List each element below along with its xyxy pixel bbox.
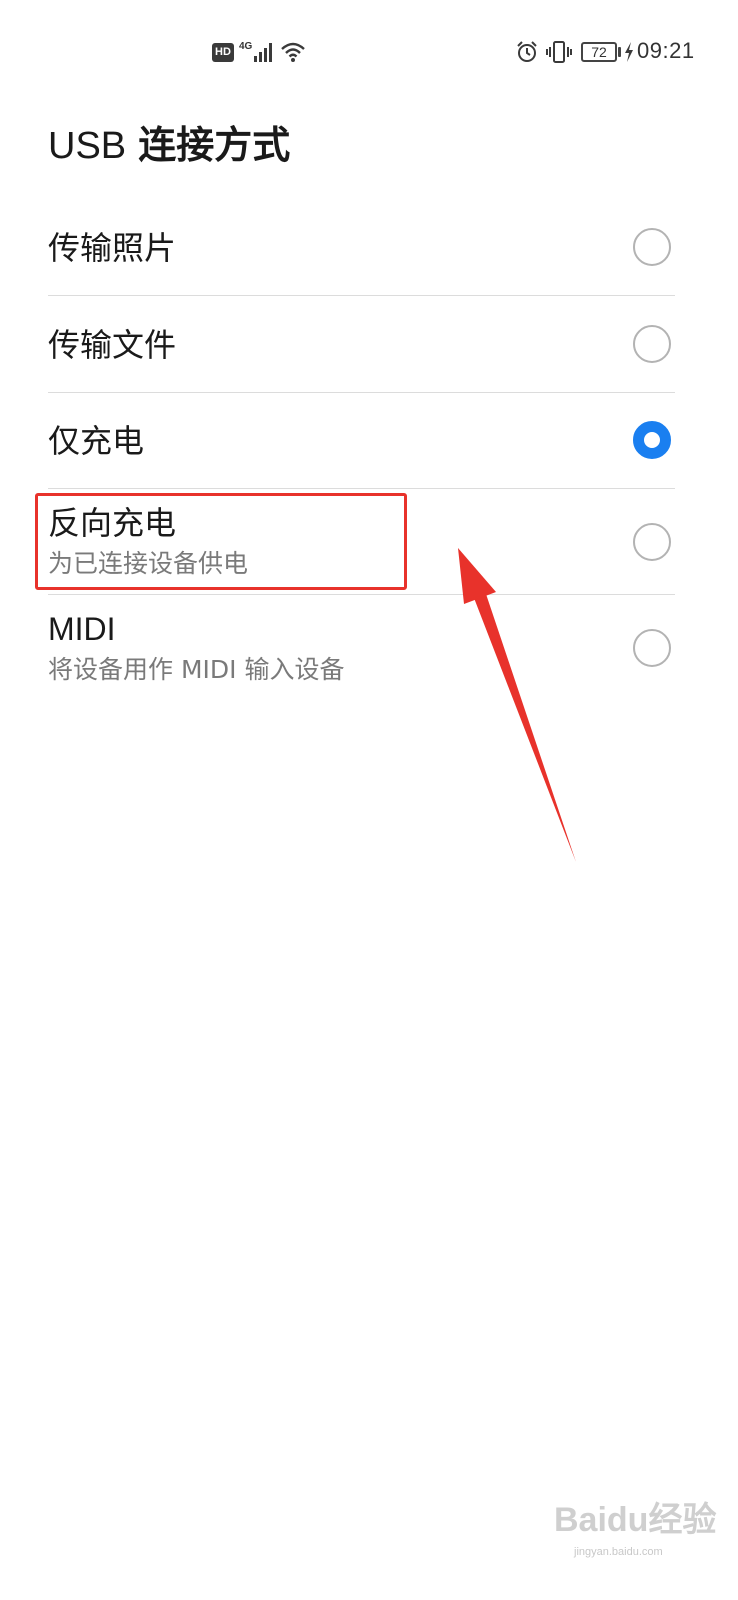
status-time: 09:21: [637, 38, 695, 63]
charging-bolt-icon: [625, 42, 633, 62]
option-transfer-photos[interactable]: 传输照片: [48, 199, 675, 296]
radio-button[interactable]: [633, 228, 671, 266]
radio-button[interactable]: [633, 523, 671, 561]
signal-icon: [254, 43, 272, 62]
page-title: USB 连接方式: [48, 118, 290, 173]
option-transfer-files[interactable]: 传输文件: [48, 296, 675, 393]
network-type-label: 4G: [239, 41, 253, 52]
option-label: 传输文件: [48, 326, 177, 364]
vibrate-icon: [546, 41, 572, 63]
watermark-url: jingyan.baidu.com: [574, 1546, 663, 1558]
baidu-watermark: Baidu经验 jingyan.baidu.com: [548, 1488, 716, 1568]
option-charge-only[interactable]: 仅充电: [48, 393, 675, 489]
radio-button-selected[interactable]: [633, 421, 671, 459]
page-title-prefix: USB: [48, 125, 127, 167]
annotation-highlight-box: [35, 493, 407, 590]
battery-tip: [618, 47, 621, 57]
hd-icon: HD: [212, 43, 234, 62]
wifi-icon: [281, 42, 305, 62]
status-bar: HD 4G 72 09:21: [0, 0, 738, 106]
option-label: 仅充电: [48, 422, 145, 460]
option-description: 将设备用作 MIDI 输入设备: [48, 655, 345, 684]
radio-button[interactable]: [633, 629, 671, 667]
alarm-icon: [517, 41, 537, 62]
page-title-text: 连接方式: [138, 123, 291, 167]
battery-icon: 72: [581, 42, 617, 62]
option-label: 传输照片: [48, 229, 177, 267]
watermark-brand: Baidu经验: [554, 1501, 717, 1539]
radio-button[interactable]: [633, 325, 671, 363]
annotation-arrow-icon: [458, 548, 576, 862]
option-label: MIDI: [48, 611, 116, 647]
